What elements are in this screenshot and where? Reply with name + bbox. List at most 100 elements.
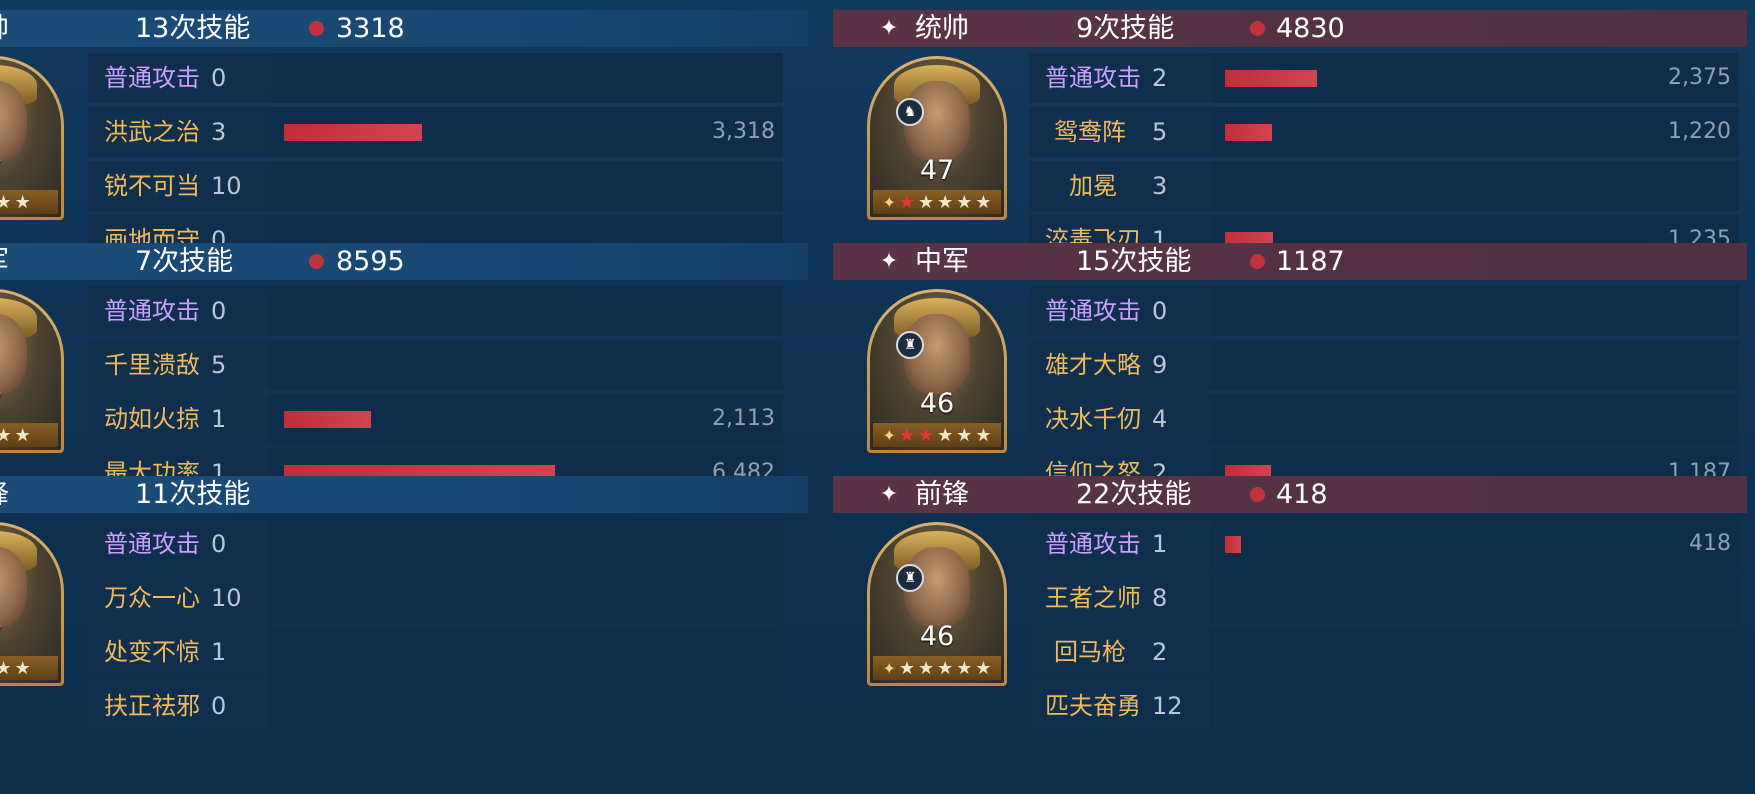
skill-name-cell: 普通攻击 0 — [88, 286, 269, 336]
general-avatar: 47 ✦ ★ ★ ★ ★ ★ — [870, 59, 1004, 217]
skill-name-cell: 洪武之治 3 — [88, 107, 269, 157]
damage-bar-cell — [1213, 340, 1739, 390]
general-group-1: ✦ 统帅 9次技能 4830 47 ✦ ★ ★ ★ ★ ★ ♞ 普通攻击 2 2,375 鸳鸯阵 5 1,220 加… — [833, 0, 1755, 265]
portrait-frame: 7 ★★★★ — [0, 289, 64, 453]
skill-row: 普通攻击 2 2,375 — [1029, 53, 1739, 103]
position-label: 前锋 — [915, 479, 969, 510]
skill-trigger-count: 0 — [211, 530, 227, 558]
star-icon: ★ — [937, 657, 954, 679]
star-rating: ★★★★ — [0, 190, 58, 214]
star-rating: ✦ ★ ★ ★ ★ ★ — [873, 423, 1001, 447]
general-portrait[interactable]: 47 ✦ ★ ★ ★ ★ ★ ♞ — [867, 56, 1007, 220]
damage-bar-cell — [272, 681, 783, 731]
total-damage: 4830 — [1276, 13, 1345, 44]
skill-name: 锐不可当 — [104, 172, 200, 200]
red-dot-icon — [1250, 21, 1265, 36]
skill-trigger-count: 5 — [1152, 118, 1168, 146]
star-rating: ★★★★ — [0, 423, 58, 447]
damage-bar-cell — [272, 519, 783, 569]
skill-name: 万众一心 — [104, 584, 200, 612]
skill-name-cell: 王者之师 8 — [1029, 573, 1210, 623]
damage-bar — [1225, 536, 1242, 553]
star-icon: ★ — [917, 657, 935, 679]
rank-sparkle-icon: ✦ — [882, 425, 896, 445]
skill-name-cell: 千里溃敌 5 — [88, 340, 269, 390]
general-level: 7 — [0, 621, 61, 652]
general-avatar: 46 ✦ ★ ★ ★ ★ ★ — [870, 292, 1004, 450]
skill-trigger-count: 2 — [1152, 638, 1168, 666]
group-header: ✦ 前锋 22次技能 418 — [833, 476, 1747, 513]
general-portrait[interactable]: 7 ★★★★ — [0, 56, 64, 220]
skill-row: 回马枪 2 — [1029, 627, 1739, 677]
skill-row: 普通攻击 0 — [1029, 286, 1739, 336]
star-icon: ★ — [14, 657, 31, 679]
damage-bar-cell: 1,220 — [1213, 107, 1739, 157]
position-label: 帅 — [0, 10, 9, 47]
skill-row: 王者之师 8 — [1029, 573, 1739, 623]
damage-bar-cell — [1213, 394, 1739, 444]
skill-cast-count: 13次技能 — [135, 13, 251, 44]
skill-name: 雄才大略 — [1045, 351, 1141, 379]
damage-bar-cell — [272, 161, 783, 211]
skill-name-cell: 处变不惊 1 — [88, 627, 269, 677]
damage-bar — [1225, 124, 1273, 141]
skill-damage-value: 1,220 — [1668, 119, 1731, 144]
skill-name: 千里溃敌 — [104, 351, 200, 379]
star-icon: ★ — [14, 191, 31, 213]
skill-name-cell: 万众一心 10 — [88, 573, 269, 623]
skill-cast-count: 11次技能 — [135, 479, 251, 510]
skill-row: 普通攻击 0 — [88, 286, 783, 336]
skill-name-cell: 普通攻击 2 — [1029, 53, 1210, 103]
general-portrait[interactable]: 7 ★★★★ — [0, 289, 64, 453]
general-avatar: 7 ★★★★ — [0, 292, 61, 450]
general-portrait[interactable]: 46 ✦ ★ ★ ★ ★ ★ ♜ — [867, 522, 1007, 686]
skill-name: 洪武之治 — [104, 118, 200, 146]
portrait-frame: 7 ★★★★ — [0, 56, 64, 220]
skill-trigger-count: 3 — [1152, 172, 1168, 200]
skill-trigger-count: 5 — [211, 351, 227, 379]
sparkle-icon: ✦ — [879, 16, 899, 41]
total-damage: 3318 — [336, 13, 405, 44]
damage-bar — [284, 411, 371, 428]
skill-name-cell: 回马枪 2 — [1029, 627, 1210, 677]
skill-row: 普通攻击 1 418 — [1029, 519, 1739, 569]
general-portrait[interactable]: 7 ★★★★ — [0, 522, 64, 686]
skill-trigger-count: 0 — [1152, 297, 1168, 325]
star-icon: ★ — [14, 424, 31, 446]
sparkle-icon: ✦ — [879, 249, 899, 274]
damage-bar-cell — [1213, 573, 1739, 623]
normal-attack-label: 普通攻击 — [1045, 530, 1141, 558]
skill-row: 处变不惊 1 — [88, 627, 783, 677]
star-icon: ★ — [956, 657, 973, 679]
skill-name: 动如火掠 — [104, 405, 200, 433]
skill-name-cell: 普通攻击 0 — [1029, 286, 1210, 336]
star-icon: ★ — [937, 424, 954, 446]
skill-trigger-count: 0 — [211, 297, 227, 325]
general-portrait[interactable]: 46 ✦ ★ ★ ★ ★ ★ ♜ — [867, 289, 1007, 453]
normal-attack-label: 普通攻击 — [104, 297, 200, 325]
skill-row: 万众一心 10 — [88, 573, 783, 623]
general-group-2: ✦ 中军 15次技能 1187 46 ✦ ★ ★ ★ ★ ★ ♜ 普通攻击 0 雄才大略 9 决水千仞 4 信仰之怒… — [833, 233, 1755, 498]
damage-bar-cell: 418 — [1213, 519, 1739, 569]
normal-attack-label: 普通攻击 — [104, 530, 200, 558]
general-group-3: 锋 11次技能 7 ★★★★ 普通攻击 0 万众一心 10 处变不惊 1 扶正祛邪 0 — [0, 466, 838, 731]
skill-trigger-count: 1 — [211, 405, 227, 433]
skill-trigger-count: 1 — [211, 638, 227, 666]
skill-row: 扶正祛邪 0 — [88, 681, 783, 731]
red-dot-icon — [309, 254, 324, 269]
position-label: 锋 — [0, 476, 9, 513]
skill-name: 加冕 — [1069, 172, 1117, 200]
normal-attack-label: 普通攻击 — [1045, 297, 1141, 325]
skill-name-cell: 锐不可当 10 — [88, 161, 269, 211]
general-level: 46 — [919, 621, 955, 652]
star-icon: ★ — [0, 191, 12, 213]
star-icon: ★ — [898, 191, 915, 213]
group-header: 锋 11次技能 — [0, 476, 808, 513]
skill-name-cell: 鸳鸯阵 5 — [1029, 107, 1210, 157]
damage-bar-cell — [1213, 286, 1739, 336]
star-icon: ★ — [898, 424, 915, 446]
skill-trigger-count: 10 — [211, 584, 242, 612]
rank-sparkle-icon: ✦ — [882, 192, 896, 212]
battle-report-panel: 帅13次技能33187★★★★普通攻击0洪武之治33,318锐不可当10画地而守… — [0, 0, 1755, 794]
skill-damage-value: 2,375 — [1668, 65, 1731, 90]
